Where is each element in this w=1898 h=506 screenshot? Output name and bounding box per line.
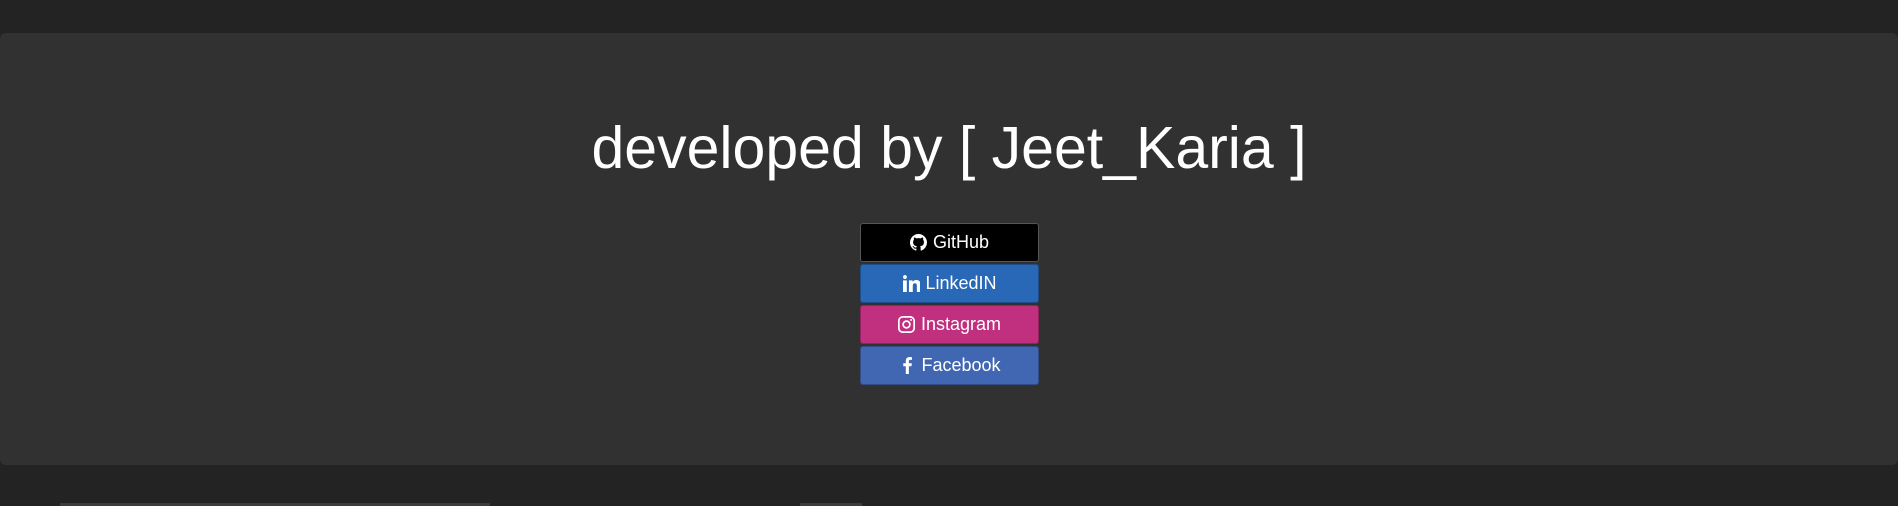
instagram-label: Instagram [920,314,1002,334]
linkedin-button[interactable]: LinkedIN [860,264,1039,303]
facebook-button[interactable]: Facebook [860,346,1039,385]
instagram-icon [898,316,916,334]
linkedin-icon [902,275,920,293]
instagram-button[interactable]: Instagram [860,305,1039,344]
social-links: GitHub LinkedIN Instagram Facebook [860,223,1039,387]
github-icon [910,234,928,252]
facebook-icon [898,357,916,375]
linkedin-label: LinkedIN [925,273,997,293]
github-button[interactable]: GitHub [860,223,1039,262]
github-label: GitHub [932,232,990,252]
page: developed by [ Jeet_Karia ] GitHub Linke… [0,0,1898,506]
facebook-label: Facebook [921,355,1001,375]
page-title: developed by [ Jeet_Karia ] [591,115,1307,181]
